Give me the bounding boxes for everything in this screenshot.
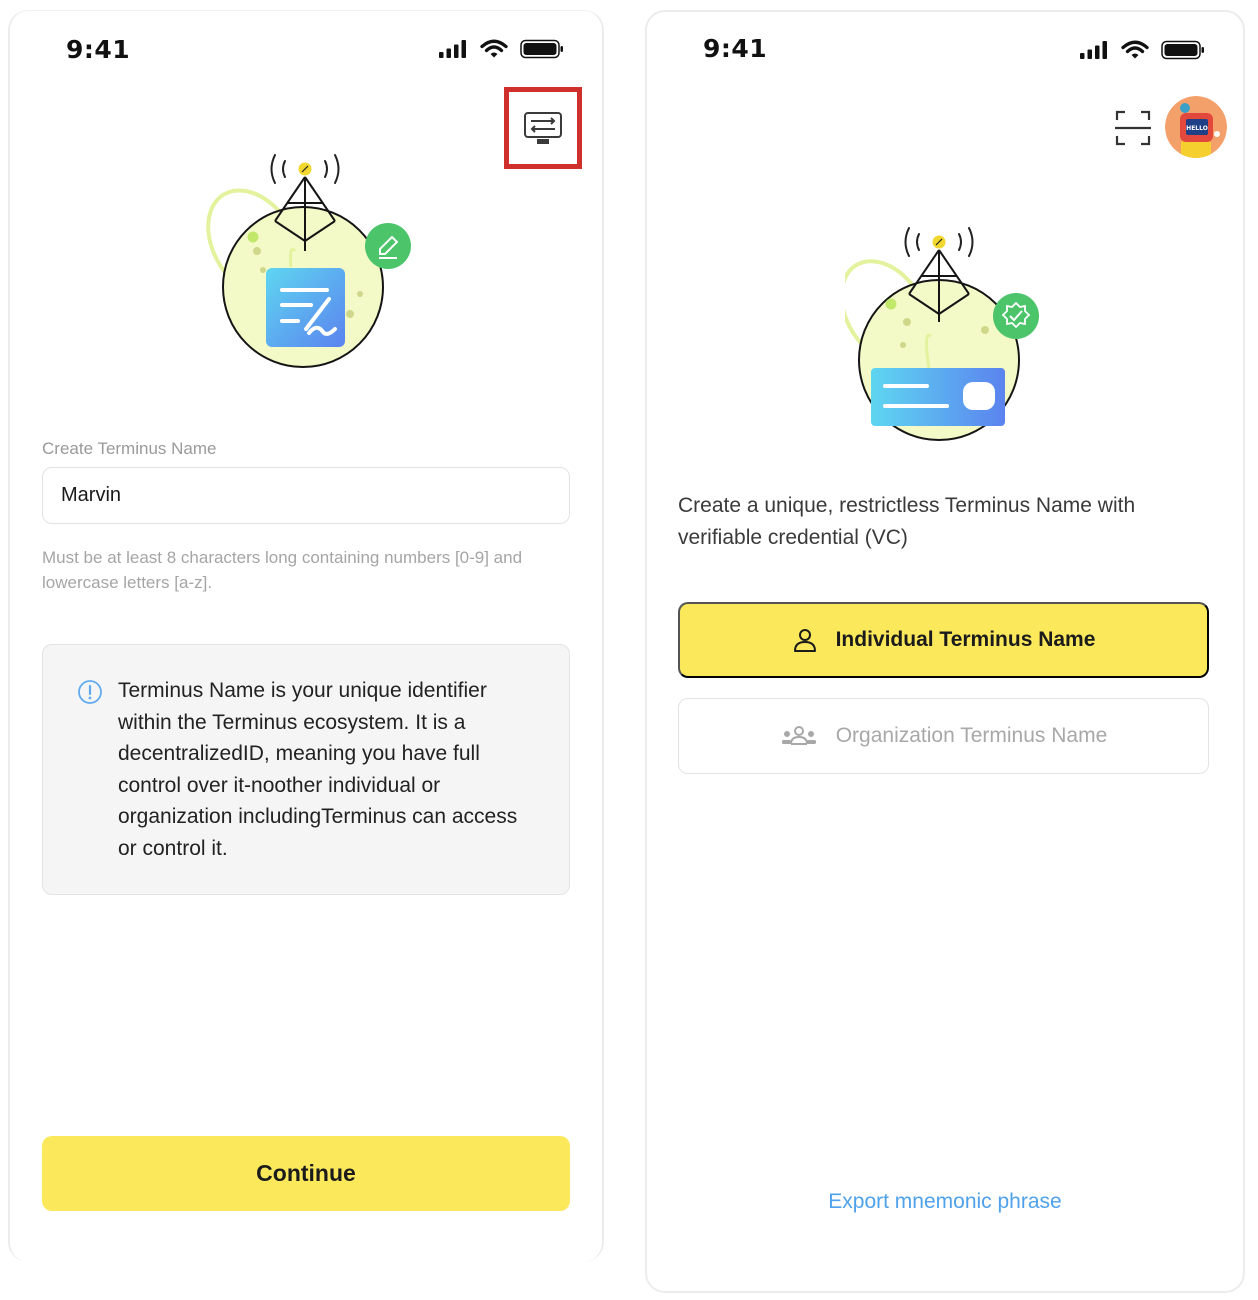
display-switch-icon: [524, 112, 562, 144]
info-box: Terminus Name is your unique identifier …: [42, 644, 570, 895]
export-mnemonic-link[interactable]: Export mnemonic phrase: [647, 1190, 1243, 1214]
terminus-name-input[interactable]: [42, 467, 570, 524]
organization-name-button[interactable]: Organization Terminus Name: [678, 698, 1209, 774]
info-text: Terminus Name is your unique identifier …: [118, 679, 518, 860]
avatar-badge-text: HELLO: [1186, 125, 1208, 132]
status-time: 9:41: [66, 35, 131, 64]
status-icons: [1079, 40, 1205, 60]
battery-icon: [520, 39, 563, 59]
screen-switch-button[interactable]: [504, 87, 582, 169]
individual-name-label: Individual Terminus Name: [835, 628, 1096, 651]
scan-qr-icon[interactable]: [1115, 110, 1151, 146]
verified-badge-icon: [993, 293, 1039, 339]
individual-name-button[interactable]: Individual Terminus Name: [678, 602, 1209, 678]
person-icon: [793, 629, 816, 652]
status-bar: 9:41: [10, 11, 602, 91]
wifi-icon: [1121, 40, 1149, 59]
info-icon: [78, 680, 102, 704]
robot-avatar-image: HELLO: [1165, 96, 1227, 158]
description: Create a unique, restrictless Terminus N…: [678, 494, 1136, 549]
input-hint: Must be at least 8 characters long conta…: [42, 548, 523, 592]
edit-badge-icon: [365, 223, 411, 269]
group-icon: [781, 726, 816, 745]
avatar[interactable]: HELLO: [1165, 96, 1227, 158]
choose-name-type-screen: 9:41 HELLO Create a unique, restrictless…: [645, 10, 1245, 1293]
cellular-signal-icon: [1080, 41, 1107, 59]
terminus-name-illustration: [206, 154, 411, 368]
wifi-icon: [480, 39, 508, 58]
vc-card-illustration: [845, 227, 1039, 441]
status-bar: 9:41: [647, 12, 1243, 92]
status-time: 9:41: [703, 34, 768, 63]
create-name-screen: 9:41 Create Terminus Name Marvin Must be…: [8, 10, 604, 1262]
field-label: Create Terminus Name: [42, 439, 217, 458]
cellular-signal-icon: [439, 40, 466, 58]
status-icons: [438, 39, 564, 59]
continue-button[interactable]: Continue: [42, 1136, 570, 1211]
organization-name-label: Organization Terminus Name: [835, 724, 1108, 747]
battery-icon: [1161, 40, 1204, 60]
